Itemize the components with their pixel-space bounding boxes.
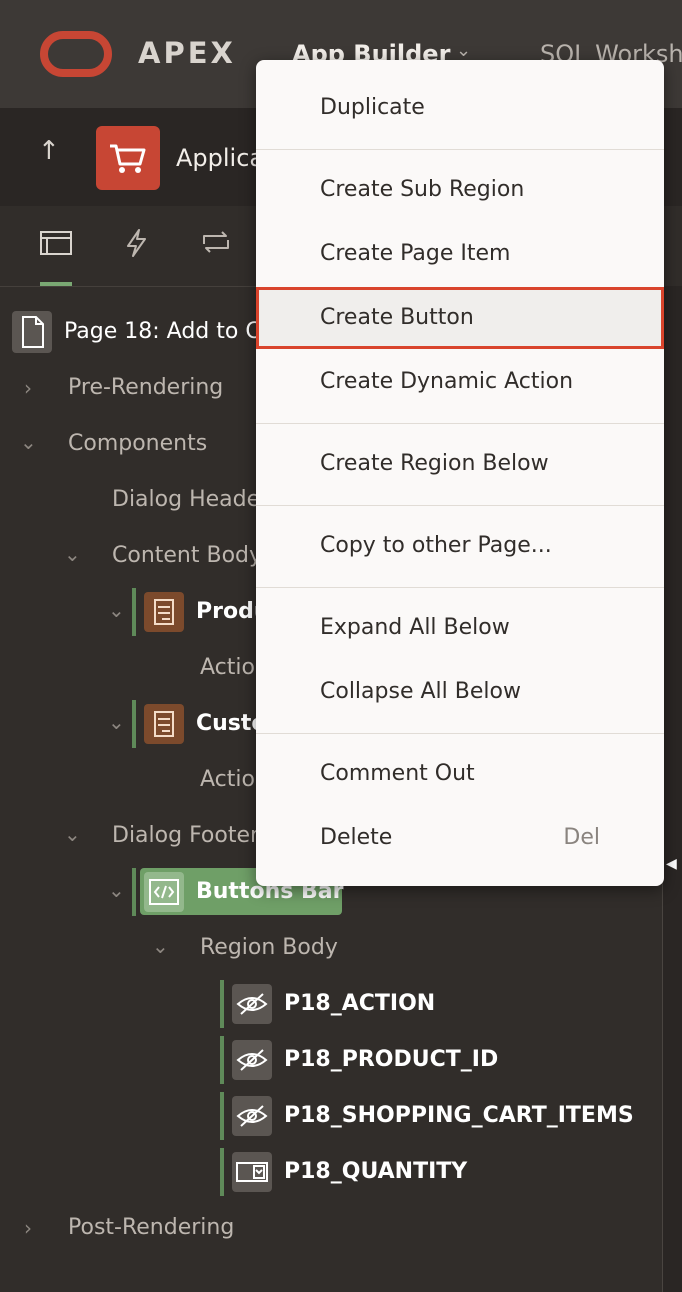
- chevron-right-icon[interactable]: ›: [24, 1216, 32, 1240]
- tab-rendering[interactable]: [38, 222, 78, 274]
- select-list-icon: [232, 1152, 272, 1192]
- refresh-icon: [203, 231, 229, 253]
- tree-indent-bar: [220, 980, 224, 1028]
- lightning-icon: [127, 229, 146, 257]
- menu-item-delete[interactable]: Delete Del: [256, 810, 664, 866]
- menu-item-label: Delete: [320, 825, 393, 850]
- menu-item-create-region-below[interactable]: Create Region Below: [256, 436, 664, 492]
- menu-item-label: Duplicate: [320, 95, 425, 120]
- menu-item-label: Create Sub Region: [320, 177, 525, 202]
- tree-region-body[interactable]: Region Body: [200, 928, 338, 968]
- tree-item[interactable]: P18_SHOPPING_CART_ITEMS: [284, 1096, 634, 1136]
- menu-item-create-button[interactable]: Create Button: [256, 287, 664, 349]
- menu-item-label: Create Button: [320, 305, 474, 330]
- menu-item-label: Create Page Item: [320, 241, 511, 266]
- page-icon: [12, 311, 52, 353]
- panel-splitter[interactable]: [662, 286, 682, 1292]
- tree-components[interactable]: Components: [68, 424, 207, 464]
- chevron-down-icon[interactable]: ⌄: [64, 542, 81, 566]
- tree-actions[interactable]: Actio: [200, 648, 255, 688]
- tree-content-body[interactable]: Content Body: [112, 536, 262, 576]
- tree-pre-rendering[interactable]: Pre-Rendering: [68, 368, 223, 408]
- chevron-down-icon[interactable]: ⌄: [152, 934, 169, 958]
- menu-item-collapse-all-below[interactable]: Collapse All Below: [256, 664, 664, 720]
- context-menu: Duplicate Create Sub Region Create Page …: [256, 60, 664, 886]
- menu-item-expand-all-below[interactable]: Expand All Below: [256, 600, 664, 656]
- code-icon: [144, 872, 184, 912]
- chevron-right-icon[interactable]: ›: [24, 376, 32, 400]
- menu-separator: [256, 505, 664, 506]
- menu-item-label: Create Region Below: [320, 451, 549, 476]
- tree-post-rendering[interactable]: Post-Rendering: [68, 1208, 234, 1248]
- hidden-item-icon: [232, 1096, 272, 1136]
- tree-item[interactable]: P18_QUANTITY: [284, 1152, 467, 1192]
- tree-indent-bar: [132, 868, 136, 916]
- chevron-down-icon[interactable]: ⌄: [64, 822, 81, 846]
- menu-item-label: Create Dynamic Action: [320, 369, 574, 394]
- collapse-left-icon[interactable]: ◀: [666, 856, 677, 872]
- menu-item-label: Collapse All Below: [320, 679, 521, 704]
- tab-dynamic-actions[interactable]: [118, 222, 158, 274]
- tree-indent-bar: [220, 1092, 224, 1140]
- menu-item-create-sub-region[interactable]: Create Sub Region: [256, 162, 664, 218]
- application-title[interactable]: Applica: [176, 144, 264, 172]
- active-tab-indicator: [40, 282, 72, 286]
- hidden-item-icon: [232, 984, 272, 1024]
- menu-separator: [256, 149, 664, 150]
- tab-processing[interactable]: [196, 222, 236, 274]
- chevron-down-icon[interactable]: ⌄: [20, 430, 37, 454]
- menu-item-label: Copy to other Page...: [320, 533, 552, 558]
- tree-indent-bar: [132, 700, 136, 748]
- menu-separator: [256, 587, 664, 588]
- tree-item[interactable]: P18_ACTION: [284, 984, 435, 1024]
- shopping-cart-icon[interactable]: [96, 126, 160, 190]
- chevron-down-icon[interactable]: ⌄: [108, 878, 125, 902]
- menu-item-label: Comment Out: [320, 761, 475, 786]
- apex-label[interactable]: APEX: [138, 36, 236, 70]
- rendering-icon: [40, 231, 72, 255]
- up-arrow-icon[interactable]: ↑: [38, 136, 60, 166]
- tree-indent-bar: [220, 1148, 224, 1196]
- chevron-down-icon[interactable]: ⌄: [108, 710, 125, 734]
- menu-item-create-dynamic-action[interactable]: Create Dynamic Action: [256, 354, 664, 410]
- region-icon: [144, 704, 184, 744]
- tree-actions[interactable]: Actio: [200, 760, 255, 800]
- menu-item-label: Expand All Below: [320, 615, 510, 640]
- chevron-down-icon[interactable]: ⌄: [108, 598, 125, 622]
- tree-indent-bar: [220, 1036, 224, 1084]
- hidden-item-icon: [232, 1040, 272, 1080]
- menu-item-create-page-item[interactable]: Create Page Item: [256, 226, 664, 282]
- tree-indent-bar: [132, 588, 136, 636]
- tree-item[interactable]: P18_PRODUCT_ID: [284, 1040, 498, 1080]
- menu-separator: [256, 423, 664, 424]
- region-icon: [144, 592, 184, 632]
- oracle-logo-icon[interactable]: [40, 31, 112, 77]
- menu-item-copy-to-other-page[interactable]: Copy to other Page...: [256, 518, 664, 574]
- menu-item-shortcut: Del: [563, 825, 600, 850]
- chevron-down-icon[interactable]: ⌄: [456, 40, 471, 61]
- menu-item-comment-out[interactable]: Comment Out: [256, 746, 664, 802]
- tree-page-node[interactable]: Page 18: Add to Ca: [64, 312, 274, 352]
- menu-item-duplicate[interactable]: Duplicate: [256, 80, 664, 136]
- menu-separator: [256, 733, 664, 734]
- tree-dialog-header[interactable]: Dialog Heade: [112, 480, 260, 520]
- tree-dialog-footer[interactable]: Dialog Footer: [112, 816, 259, 856]
